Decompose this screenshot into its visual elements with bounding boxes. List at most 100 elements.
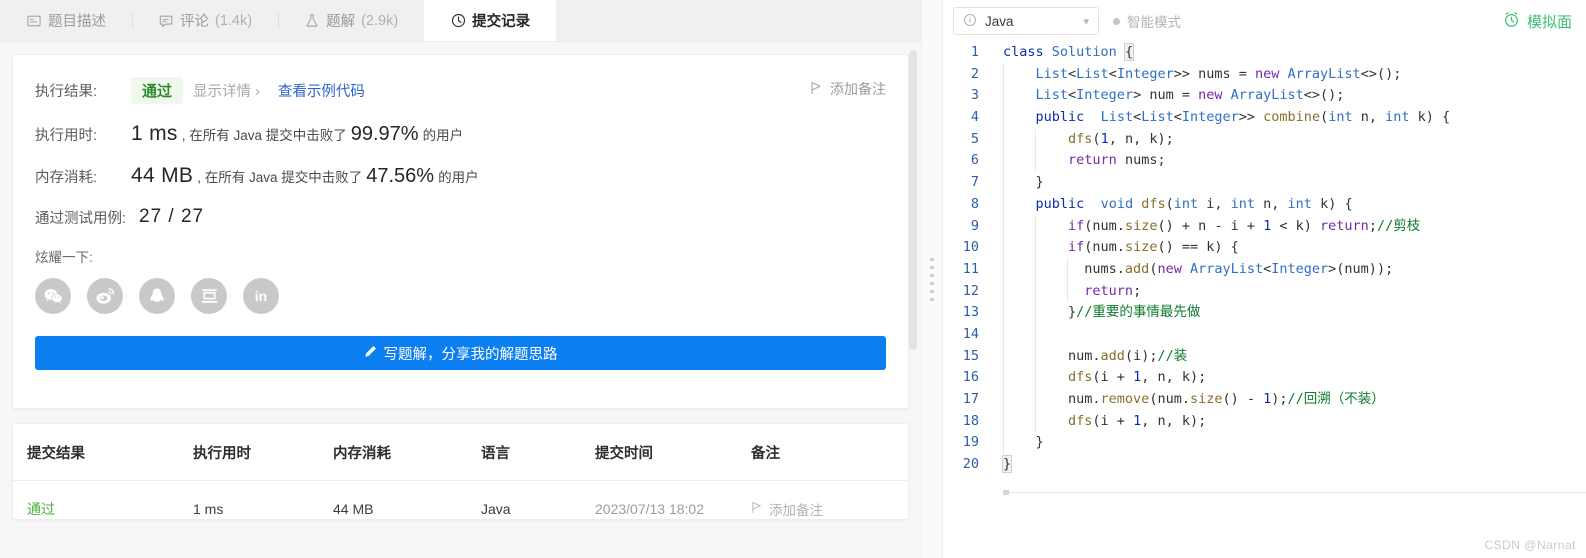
- write-solution-button[interactable]: 写题解，分享我的解题思路: [35, 336, 886, 370]
- code-line-text[interactable]: }: [989, 454, 1586, 476]
- line-number: 7: [943, 172, 989, 194]
- code-token: public: [1036, 109, 1093, 125]
- code-line-text[interactable]: return;: [989, 281, 1586, 303]
- weibo-icon[interactable]: [87, 278, 123, 314]
- code-line-text[interactable]: }: [989, 172, 1586, 194]
- flag-icon: [810, 81, 823, 98]
- code-token: (: [1092, 131, 1100, 147]
- qq-icon[interactable]: [139, 278, 175, 314]
- code-line-text[interactable]: dfs(i + 1, n, k);: [989, 411, 1586, 433]
- code-token: new: [1157, 261, 1190, 277]
- code-token: //剪枝: [1377, 218, 1420, 234]
- code-line-text[interactable]: List<Integer> num = new ArrayList<>();: [989, 85, 1586, 107]
- indent-guide: [1003, 302, 1004, 324]
- code-line: 15 num.add(i);//装: [943, 346, 1586, 368]
- indent-guide: [1035, 302, 1036, 324]
- smart-mode-toggle[interactable]: 智能模式: [1113, 11, 1181, 31]
- code-line-text[interactable]: public void dfs(int i, int n, int k) {: [989, 194, 1586, 216]
- add-note-button[interactable]: 添加备注: [810, 79, 886, 99]
- code-token: public: [1036, 196, 1093, 212]
- view-sample-code-link[interactable]: 查看示例代码: [278, 80, 365, 101]
- code-token: num.: [1003, 391, 1101, 407]
- testcase-row: 通过测试用例: 27 / 27: [35, 206, 886, 228]
- code-token: <: [1133, 109, 1141, 125]
- tab-solutions[interactable]: 题解 (2.9k): [278, 0, 424, 41]
- tab-comments[interactable]: 评论 (1.4k): [132, 0, 278, 41]
- language-select[interactable]: Java ▾: [953, 7, 1099, 35]
- code-line-text[interactable]: dfs(1, n, k);: [989, 129, 1586, 151]
- line-number: 3: [943, 85, 989, 107]
- douban-icon[interactable]: [191, 278, 227, 314]
- watermark: CSDN @Narnat: [1484, 538, 1576, 552]
- code-token: nums;: [1125, 152, 1166, 168]
- code-token: List: [1036, 66, 1069, 82]
- code-token: //回溯（不装）: [1288, 391, 1385, 407]
- code-token: }: [1003, 456, 1011, 472]
- show-detail-link[interactable]: 显示详情 ›: [193, 80, 260, 101]
- code-token: > num =: [1133, 87, 1198, 103]
- code-token: Integer: [1117, 66, 1174, 82]
- table-row[interactable]: 通过 1 ms 44 MB Java 2023/07/13 18:02: [13, 481, 908, 520]
- cell-runtime: 1 ms: [193, 481, 333, 520]
- code-area[interactable]: 1class Solution {2 List<List<Integer>> n…: [943, 42, 1586, 558]
- mock-interview-label: 模拟面: [1527, 11, 1572, 32]
- code-token: return: [1320, 218, 1369, 234]
- code-line-text[interactable]: num.remove(num.size() - 1);//回溯（不装）: [989, 389, 1586, 411]
- memory-value: 44 MB: [131, 164, 193, 188]
- left-pane-scrollbar[interactable]: [909, 50, 917, 350]
- code-token: dfs: [1141, 196, 1165, 212]
- submission-status-link[interactable]: 通过: [27, 501, 55, 517]
- code-line: 5 dfs(1, n, k);: [943, 129, 1586, 151]
- line-number: 18: [943, 411, 989, 433]
- code-line: 6 return nums;: [943, 150, 1586, 172]
- editor-horizontal-rule: [1003, 492, 1586, 493]
- linkedin-icon[interactable]: in: [243, 278, 279, 314]
- code-line-text[interactable]: num.add(i);//装: [989, 346, 1586, 368]
- indent-guide: [1003, 85, 1004, 107]
- wechat-icon[interactable]: [35, 278, 71, 314]
- panel-splitter[interactable]: [921, 0, 943, 558]
- code-line-text[interactable]: if(num.size() == k) {: [989, 237, 1586, 259]
- code-line-text[interactable]: }: [989, 432, 1586, 454]
- code-token: new: [1255, 66, 1288, 82]
- code-token: int: [1385, 109, 1409, 125]
- code-token: Integer: [1271, 261, 1328, 277]
- code-line-text[interactable]: nums.add(new ArrayList<Integer>(num));: [989, 259, 1586, 281]
- indent-guide: [1035, 216, 1036, 238]
- runtime-value: 1 ms: [131, 122, 178, 146]
- indent-guide: [1035, 389, 1036, 411]
- code-token: (i +: [1092, 413, 1133, 429]
- tab-description[interactable]: 题目描述: [0, 0, 132, 41]
- line-number: 20: [943, 454, 989, 476]
- code-line-text[interactable]: public List<List<Integer>> combine(int n…: [989, 107, 1586, 129]
- editor-horizontal-scrollbar[interactable]: [1003, 490, 1009, 495]
- exec-result-label: 执行结果:: [35, 80, 131, 101]
- indent-guide: [1003, 411, 1004, 433]
- code-token: k) {: [1312, 196, 1353, 212]
- code-line-text[interactable]: List<List<Integer>> nums = new ArrayList…: [989, 64, 1586, 86]
- code-token: nums.: [1003, 261, 1125, 277]
- mock-interview-button[interactable]: 模拟面: [1503, 11, 1572, 32]
- code-line-text[interactable]: class Solution {: [989, 42, 1586, 64]
- code-content[interactable]: 1class Solution {2 List<List<Integer>> n…: [943, 42, 1586, 476]
- indent-guide: [1035, 346, 1036, 368]
- code-token: if: [1068, 239, 1084, 255]
- code-line-text[interactable]: dfs(i + 1, n, k);: [989, 367, 1586, 389]
- code-token: k) {: [1410, 109, 1451, 125]
- code-token: <>();: [1361, 66, 1402, 82]
- code-token: List: [1141, 109, 1174, 125]
- code-token: ;: [1369, 218, 1377, 234]
- indent-guide: [1067, 259, 1068, 281]
- line-number: 2: [943, 64, 989, 86]
- code-line-text[interactable]: return nums;: [989, 150, 1586, 172]
- code-token: dfs: [1068, 131, 1092, 147]
- code-line-text[interactable]: if(num.size() + n - i + 1 < k) return;//…: [989, 216, 1586, 238]
- code-line: 2 List<List<Integer>> nums = new ArrayLi…: [943, 64, 1586, 86]
- code-line-text[interactable]: }//重要的事情最先做: [989, 302, 1586, 324]
- code-line: 1class Solution {: [943, 42, 1586, 64]
- row-add-note-button[interactable]: 添加备注: [751, 499, 908, 519]
- code-token: Integer: [1182, 109, 1239, 125]
- code-line: 19 }: [943, 432, 1586, 454]
- tab-submissions[interactable]: 提交记录: [424, 0, 556, 41]
- code-line-text[interactable]: [989, 324, 1586, 346]
